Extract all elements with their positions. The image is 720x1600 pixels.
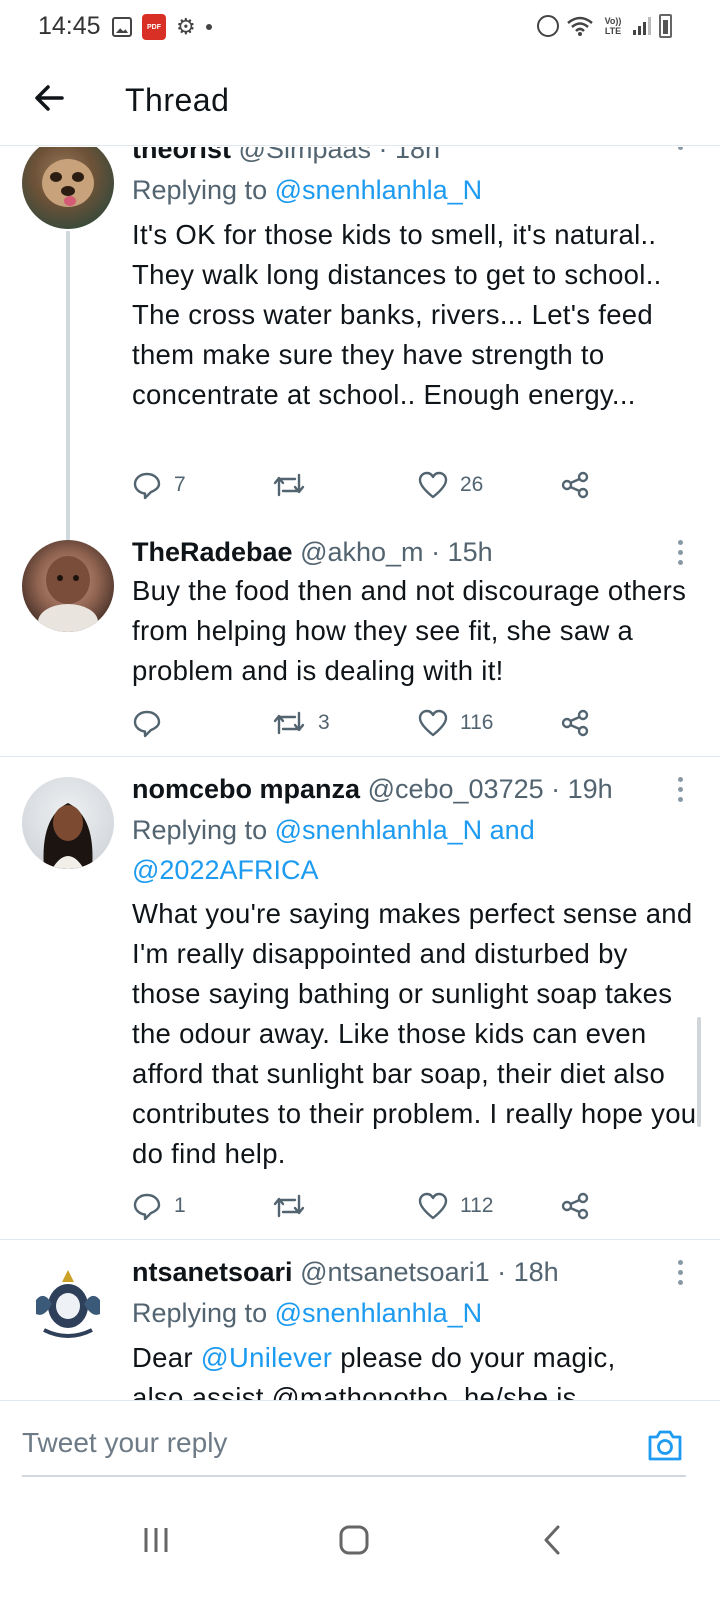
author-name[interactable]: TheRadebae	[132, 537, 293, 567]
retweet-icon	[273, 711, 305, 735]
thread-connector	[66, 231, 70, 541]
like-button[interactable]: 112	[418, 1186, 493, 1226]
retweet-button[interactable]	[272, 1186, 318, 1226]
heart-icon	[418, 1192, 448, 1220]
reply-icon	[133, 710, 161, 738]
reply-underline	[22, 1475, 686, 1477]
tweet-header: TheRadebae @akho_m · 15h	[132, 537, 493, 567]
tweet-header: ntsanetsoari @ntsanetsoari1 · 18h	[132, 1257, 559, 1287]
arrow-left-icon[interactable]	[30, 78, 70, 118]
author-name[interactable]: ntsanetsoari	[132, 1257, 293, 1287]
tweet-text: What you're saying makes perfect sense a…	[132, 898, 697, 1169]
heart-icon	[418, 709, 448, 737]
status-time: 14:45	[38, 12, 101, 40]
retweet-button[interactable]: 3	[272, 703, 330, 743]
tweet-header: nomcebo mpanza @cebo_03725 · 19h	[132, 774, 613, 804]
avatar[interactable]	[22, 777, 114, 869]
retweet-icon	[273, 473, 305, 497]
share-button[interactable]	[560, 703, 590, 743]
reply-mention-link[interactable]: @snenhlanhla_N	[275, 175, 483, 205]
share-button[interactable]	[560, 465, 590, 505]
share-icon	[561, 471, 589, 499]
share-icon	[561, 1192, 589, 1220]
tweet[interactable]: ntsanetsoari @ntsanetsoari1 · 18h Replyi…	[0, 1240, 720, 1400]
more-options-icon[interactable]	[678, 777, 686, 802]
thread-feed[interactable]: theorist @Simpaas · 18h Replying to @sne…	[0, 147, 720, 1400]
scrollbar[interactable]	[697, 1017, 701, 1127]
replying-to: Replying to @snenhlanhla_N and @2022AFRI…	[132, 815, 535, 885]
author-name[interactable]: theorist	[132, 147, 231, 164]
tweet-header: theorist @Simpaas · 18h	[132, 147, 440, 165]
share-icon	[561, 709, 589, 737]
tweet-time: 18h	[395, 147, 441, 164]
like-button[interactable]: 116	[418, 703, 493, 743]
avatar[interactable]	[22, 540, 114, 632]
lte-indicator: Vo)) LTE	[604, 16, 622, 36]
camera-icon[interactable]	[646, 1427, 684, 1463]
settings-notification-icon: ⚙	[176, 14, 196, 39]
retweet-icon	[273, 1194, 305, 1218]
tweet[interactable]: nomcebo mpanza @cebo_03725 · 19h Replyin…	[0, 757, 720, 1239]
reply-button[interactable]: 7	[132, 465, 186, 505]
tweet-time: 19h	[567, 774, 613, 804]
page-title: Thread	[125, 82, 230, 118]
like-count: 112	[460, 1194, 494, 1217]
avatar[interactable]	[22, 147, 114, 229]
retweet-count: 3	[318, 711, 330, 734]
gallery-notification-icon	[112, 17, 132, 37]
heart-icon	[418, 471, 448, 499]
reply-count: 7	[174, 473, 186, 496]
reply-count: 1	[174, 1194, 186, 1217]
status-bar: 14:45 PDF ⚙ Vo)) LTE	[0, 0, 720, 54]
author-handle[interactable]: @Simpaas	[239, 147, 371, 164]
avatar[interactable]	[22, 1260, 114, 1352]
home-icon[interactable]	[324, 1510, 384, 1570]
reply-icon	[133, 472, 161, 500]
mention-link[interactable]: @Unilever	[201, 1342, 333, 1373]
pdf-notification-icon: PDF	[142, 14, 166, 40]
reply-icon	[133, 1193, 161, 1221]
tweet-actions: 3 116	[132, 703, 602, 743]
signal-icon	[633, 17, 651, 35]
tweet-time: 15h	[447, 537, 493, 567]
more-options-icon[interactable]	[678, 540, 686, 565]
tweet-text: It's OK for those kids to smell, it's na…	[132, 219, 662, 410]
tweet[interactable]: theorist @Simpaas · 18h Replying to @sne…	[0, 147, 720, 541]
thread-header: Thread	[0, 54, 720, 146]
replying-to: Replying to @snenhlanhla_N	[132, 1298, 483, 1328]
reply-mention-link[interactable]: @snenhlanhla_N and	[275, 815, 535, 845]
more-notifications-dot-icon	[205, 24, 212, 30]
author-name[interactable]: nomcebo mpanza	[132, 774, 360, 804]
tweet-time: 18h	[513, 1257, 559, 1287]
more-options-icon[interactable]	[678, 147, 686, 150]
alarm-icon	[537, 15, 559, 37]
wifi-icon	[567, 16, 593, 36]
tweet-reply-input[interactable]	[22, 1423, 622, 1463]
tweet-text: Dear @Unilever please do your magic, als…	[132, 1342, 616, 1400]
author-handle[interactable]: @akho_m	[300, 537, 423, 567]
retweet-button[interactable]	[272, 465, 318, 505]
tweet-actions: 7 26	[132, 465, 602, 505]
like-count: 26	[460, 473, 484, 496]
battery-icon	[659, 14, 672, 38]
tweet[interactable]: TheRadebae @akho_m · 15h Buy the food th…	[0, 520, 720, 756]
share-button[interactable]	[560, 1186, 590, 1226]
back-chevron-icon[interactable]	[522, 1510, 582, 1570]
reply-composer	[0, 1400, 720, 1480]
author-handle[interactable]: @ntsanetsoari1	[300, 1257, 490, 1287]
tweet-text: Buy the food then and not discourage oth…	[132, 575, 687, 686]
like-count: 116	[460, 711, 494, 734]
more-options-icon[interactable]	[678, 1260, 686, 1285]
reply-mention-link[interactable]: @2022AFRICA	[132, 855, 318, 885]
reply-mention-link[interactable]: @snenhlanhla_N	[275, 1298, 483, 1328]
tweet-actions: 1 112	[132, 1186, 602, 1226]
system-nav-bar	[0, 1480, 720, 1600]
recents-icon[interactable]	[126, 1510, 186, 1570]
reply-button[interactable]: 1	[132, 1186, 186, 1226]
author-handle[interactable]: @cebo_03725	[368, 774, 544, 804]
reply-button[interactable]	[132, 703, 174, 743]
replying-to: Replying to @snenhlanhla_N	[132, 175, 483, 205]
like-button[interactable]: 26	[418, 465, 483, 505]
